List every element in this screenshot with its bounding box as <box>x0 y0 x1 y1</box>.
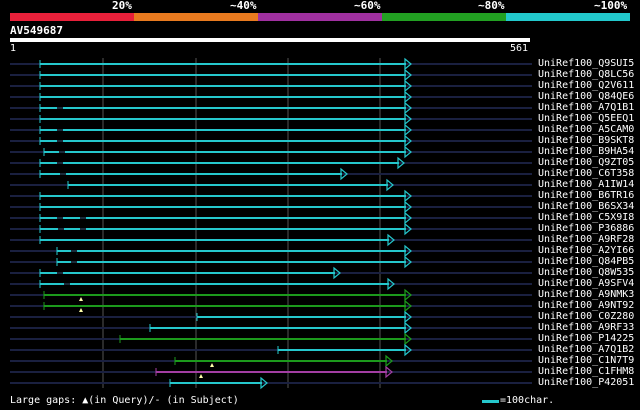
hit-label[interactable]: UniRef100_A9NMK3 <box>538 289 634 300</box>
hit-label[interactable]: UniRef100_C1FHM8 <box>538 366 634 377</box>
hit-label[interactable]: UniRef100_Q8LC56 <box>538 69 634 80</box>
hit-label[interactable]: UniRef100_Q9ZT05 <box>538 157 634 168</box>
query-gap-icon <box>79 297 83 301</box>
hit-label[interactable]: UniRef100_A9RF28 <box>538 234 634 245</box>
hit-label[interactable]: UniRef100_A7Q1B1 <box>538 102 634 113</box>
hit-label[interactable]: UniRef100_C0Z280 <box>538 311 634 322</box>
hit-label[interactable]: UniRef100_Q84QE6 <box>538 91 634 102</box>
hit-label[interactable]: UniRef100_Q8W535 <box>538 267 634 278</box>
legend-scale-swatch <box>482 400 499 403</box>
hit-label[interactable]: UniRef100_C5X9I8 <box>538 212 634 223</box>
query-gap-icon <box>210 363 214 367</box>
hit-label[interactable]: UniRef100_B6SX34 <box>538 201 634 212</box>
hit-label[interactable]: UniRef100_A1IW14 <box>538 179 634 190</box>
hit-label[interactable]: UniRef100_A5CAM0 <box>538 124 634 135</box>
hit-label[interactable]: UniRef100_B9SKT8 <box>538 135 634 146</box>
hit-label[interactable]: UniRef100_C6T358 <box>538 168 634 179</box>
hit-label[interactable]: UniRef100_P36886 <box>538 223 634 234</box>
hit-label[interactable]: UniRef100_Q9SUI5 <box>538 58 634 69</box>
legend-scale: =100char. <box>500 395 555 406</box>
hit-label[interactable]: UniRef100_A2YI66 <box>538 245 634 256</box>
hit-label[interactable]: UniRef100_Q2V611 <box>538 80 634 91</box>
hit-label[interactable]: UniRef100_C1N7T9 <box>538 355 634 366</box>
query-gap-icon <box>199 374 203 378</box>
hit-label[interactable]: UniRef100_P42051 <box>538 377 634 388</box>
hit-label[interactable]: UniRef100_Q84PB5 <box>538 256 634 267</box>
hit-label[interactable]: UniRef100_A7Q1B2 <box>538 344 634 355</box>
hit-label[interactable]: UniRef100_Q5EEQ1 <box>538 113 634 124</box>
hit-label[interactable]: UniRef100_A9NT92 <box>538 300 634 311</box>
hit-label[interactable]: UniRef100_A9SFV4 <box>538 278 634 289</box>
query-gap-icon <box>79 308 83 312</box>
hit-label[interactable]: UniRef100_B6TR16 <box>538 190 634 201</box>
hit-label[interactable]: UniRef100_P14225 <box>538 333 634 344</box>
legend-gaps: Large gaps: ▲(in Query)/- (in Subject) <box>10 395 239 406</box>
hit-label[interactable]: UniRef100_A9RF33 <box>538 322 634 333</box>
hit-label[interactable]: UniRef100_B9HA54 <box>538 146 634 157</box>
